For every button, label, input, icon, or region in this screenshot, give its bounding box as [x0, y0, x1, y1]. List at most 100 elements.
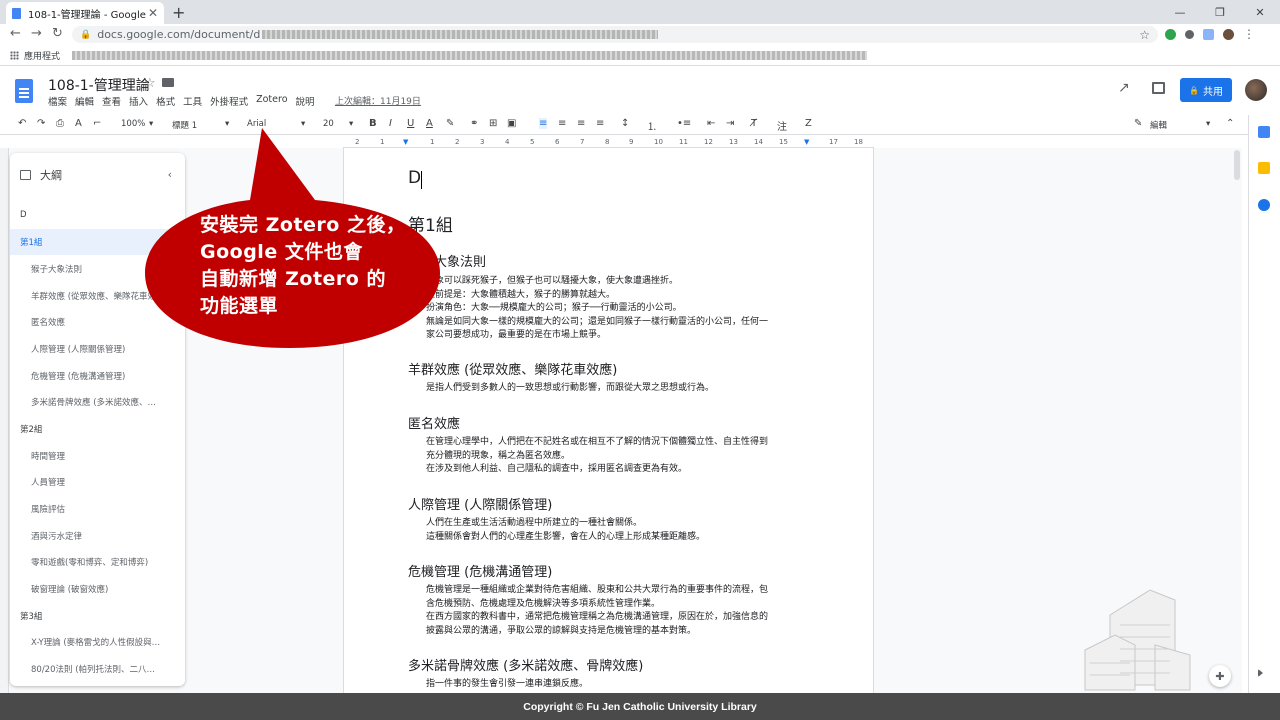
outline-item[interactable]: 危機管理 (危機溝通管理) — [10, 363, 185, 389]
ruler-tick: 14 — [754, 138, 763, 146]
keep-icon[interactable] — [1258, 162, 1270, 174]
minimize-icon[interactable]: — — [1160, 6, 1200, 19]
outline-item[interactable]: 酒與污水定律 — [10, 523, 185, 549]
outline-item[interactable]: 人員管理 — [10, 469, 185, 495]
apps-bookmark-label[interactable]: 應用程式 — [24, 49, 60, 62]
vertical-ruler — [0, 148, 9, 693]
paragraph-line: 大象可以踩死猴子，但猴子也可以騷擾大象，使大象遭遇挫折。 — [426, 276, 679, 286]
anon-paragraph[interactable]: 在管理心理學中，人們把在不記姓名或在相互不了解的情況下個體獨立性、自主性得到 充… — [426, 436, 768, 477]
menu-insert[interactable]: 插入 — [129, 94, 148, 108]
heading-domino[interactable]: 多米諾骨牌效應 (多米諾效應、骨牌效應) — [408, 655, 643, 674]
expand-panel-icon[interactable] — [1258, 669, 1263, 677]
ruler-tick: 6 — [555, 138, 560, 146]
activity-trend-icon[interactable]: ↗ — [1118, 80, 1130, 96]
menu-edit[interactable]: 編輯 — [75, 94, 94, 108]
link-icon[interactable]: ⚭ — [470, 118, 478, 129]
outline-item[interactable]: 零和遊戲(零和博弈、定和博弈) — [10, 549, 185, 575]
comment-icon[interactable] — [1152, 82, 1165, 94]
ruler-tick: 11 — [679, 138, 688, 146]
docs-logo-icon[interactable] — [15, 79, 33, 103]
close-tab-icon[interactable]: ✕ — [148, 6, 158, 20]
explore-icon[interactable]: ✚ — [1209, 665, 1231, 687]
outline-item[interactable]: X-Y理論 (麥格雷戈的人性假設與… — [10, 629, 185, 655]
menu-tools[interactable]: 工具 — [183, 94, 202, 108]
user-avatar[interactable] — [1245, 79, 1267, 101]
document-title[interactable]: 108-1-管理理論 — [48, 75, 150, 95]
menu-help[interactable]: 說明 — [296, 94, 315, 108]
line-spacing-icon[interactable]: ↕ — [621, 118, 629, 129]
numbered-list-icon[interactable]: ⒈ — [647, 118, 657, 133]
ruler-tick: 4 — [505, 138, 510, 146]
docs-extension-icon[interactable] — [1203, 28, 1214, 40]
outline-item[interactable]: 時間管理 — [10, 443, 185, 469]
paragraph-line: 充分體現的現象，稱之為匿名效應。 — [426, 450, 571, 461]
increase-indent-icon[interactable]: ⇥ — [726, 118, 734, 129]
crisis-paragraph[interactable]: 危機管理是一種組織或企業對待危害組織、股東和公共大眾行為的重要事件的流程，包 含… — [426, 584, 768, 638]
align-right-icon[interactable]: ≡ — [577, 118, 585, 129]
zotero-toolbar-icon[interactable]: 注 — [777, 118, 787, 133]
restore-icon[interactable]: ❐ — [1200, 6, 1240, 19]
extension-icon[interactable] — [1185, 29, 1194, 39]
insert-image-icon[interactable]: ▣ — [507, 118, 516, 129]
print-icon[interactable]: ⎙ — [56, 118, 64, 129]
outline-item[interactable]: 多米諾骨牌效應 (多米諾效應、… — [10, 389, 185, 415]
domino-paragraph[interactable]: 指一件事的發生會引發一連串連鎖反應。 — [426, 678, 588, 692]
justify-icon[interactable]: ≡ — [596, 118, 604, 129]
menu-view[interactable]: 查看 — [102, 94, 121, 108]
scrollbar-thumb[interactable] — [1234, 150, 1240, 180]
heading-herd[interactable]: 羊群效應 (從眾效應、樂隊花車效應) — [408, 359, 617, 378]
monkey-paragraph[interactable]: 大象可以踩死猴子，但猴子也可以騷擾大象，使大象遭遇挫折。 但前提是：大象體積越大… — [426, 275, 768, 343]
people-paragraph[interactable]: 人們在生產或生活活動過程中所建立的一種社會關係。 這種關係會對人們的心理產生影響… — [426, 517, 705, 544]
forward-icon[interactable]: → — [31, 26, 42, 41]
chrome-menu-icon[interactable]: ⋮ — [1243, 27, 1255, 41]
paint-format-icon[interactable]: ⌐ — [93, 118, 101, 129]
insert-comment-icon[interactable]: ⊞ — [489, 118, 497, 129]
outline-item[interactable]: 破窗理論 (破窗效應) — [10, 576, 185, 602]
zotero-z-icon[interactable]: Z — [805, 118, 812, 129]
editing-mode-select[interactable]: 編輯 — [1150, 119, 1167, 131]
profile-avatar-icon[interactable] — [1223, 28, 1234, 40]
bookmark-star-icon[interactable]: ☆ — [1139, 28, 1150, 42]
calendar-icon[interactable] — [1258, 126, 1270, 138]
last-edit-link[interactable]: 上次編輯：11月19日 — [335, 94, 421, 107]
spellcheck-icon[interactable]: A — [75, 118, 82, 129]
outline-item[interactable]: 第3組 — [10, 603, 185, 629]
star-icon[interactable]: ☆ — [144, 76, 156, 91]
redacted-url — [262, 30, 659, 39]
right-indent-marker-icon[interactable]: ▼ — [804, 138, 809, 146]
menu-format[interactable]: 格式 — [156, 94, 175, 108]
align-left-icon[interactable]: ≡ — [539, 118, 548, 129]
folder-icon[interactable] — [162, 78, 174, 87]
evernote-extension-icon[interactable] — [1165, 28, 1176, 40]
menu-file[interactable]: 檔案 — [48, 94, 67, 108]
outline-item[interactable]: 80/20法則 (帕列托法則、二八… — [10, 656, 185, 682]
menu-zotero[interactable]: Zotero — [256, 94, 287, 108]
callout-text: 安裝完 Zotero 之後， Google 文件也會 自動新增 Zotero 的… — [200, 212, 430, 320]
herd-paragraph[interactable]: 是指人們受到多數人的一致思想或行動影響，而跟從大眾之思想或行為。 — [426, 382, 714, 396]
new-tab-icon[interactable]: + — [172, 3, 185, 22]
outline-item[interactable]: 第2組 — [10, 416, 185, 442]
callout-line: Google 文件也會 — [200, 241, 363, 263]
heading-crisis[interactable]: 危機管理 (危機溝通管理) — [408, 561, 552, 580]
undo-icon[interactable]: ↶ — [18, 118, 26, 129]
outline-item[interactable]: 風險評估 — [10, 496, 185, 522]
back-icon[interactable]: ← — [10, 26, 21, 41]
collapse-menu-icon[interactable]: ⌃ — [1226, 118, 1234, 129]
menu-addons[interactable]: 外掛程式 — [210, 94, 248, 108]
decrease-indent-icon[interactable]: ⇤ — [707, 118, 715, 129]
reload-icon[interactable]: ↻ — [52, 26, 63, 41]
browser-tab[interactable]: 108-1-管理理論 - Google 文件 ✕ — [6, 2, 164, 24]
redacted-bookmarks — [72, 51, 868, 60]
clear-formatting-icon[interactable]: T̸ — [751, 118, 757, 129]
bulleted-list-icon[interactable]: •≡ — [677, 118, 691, 129]
ruler-tick: 13 — [729, 138, 738, 146]
align-center-icon[interactable]: ≡ — [558, 118, 566, 129]
tasks-icon[interactable] — [1258, 199, 1270, 211]
heading-people[interactable]: 人際管理 (人際關係管理) — [408, 494, 552, 513]
heading-anon[interactable]: 匿名效應 — [408, 413, 460, 432]
share-button[interactable]: 🔒 共用 — [1180, 78, 1232, 102]
apps-grid-icon[interactable] — [10, 51, 19, 60]
close-window-icon[interactable]: ✕ — [1240, 6, 1280, 19]
redo-icon[interactable]: ↷ — [37, 118, 45, 129]
url-input[interactable]: 🔒 docs.google.com/document/d ☆ — [72, 26, 1158, 43]
